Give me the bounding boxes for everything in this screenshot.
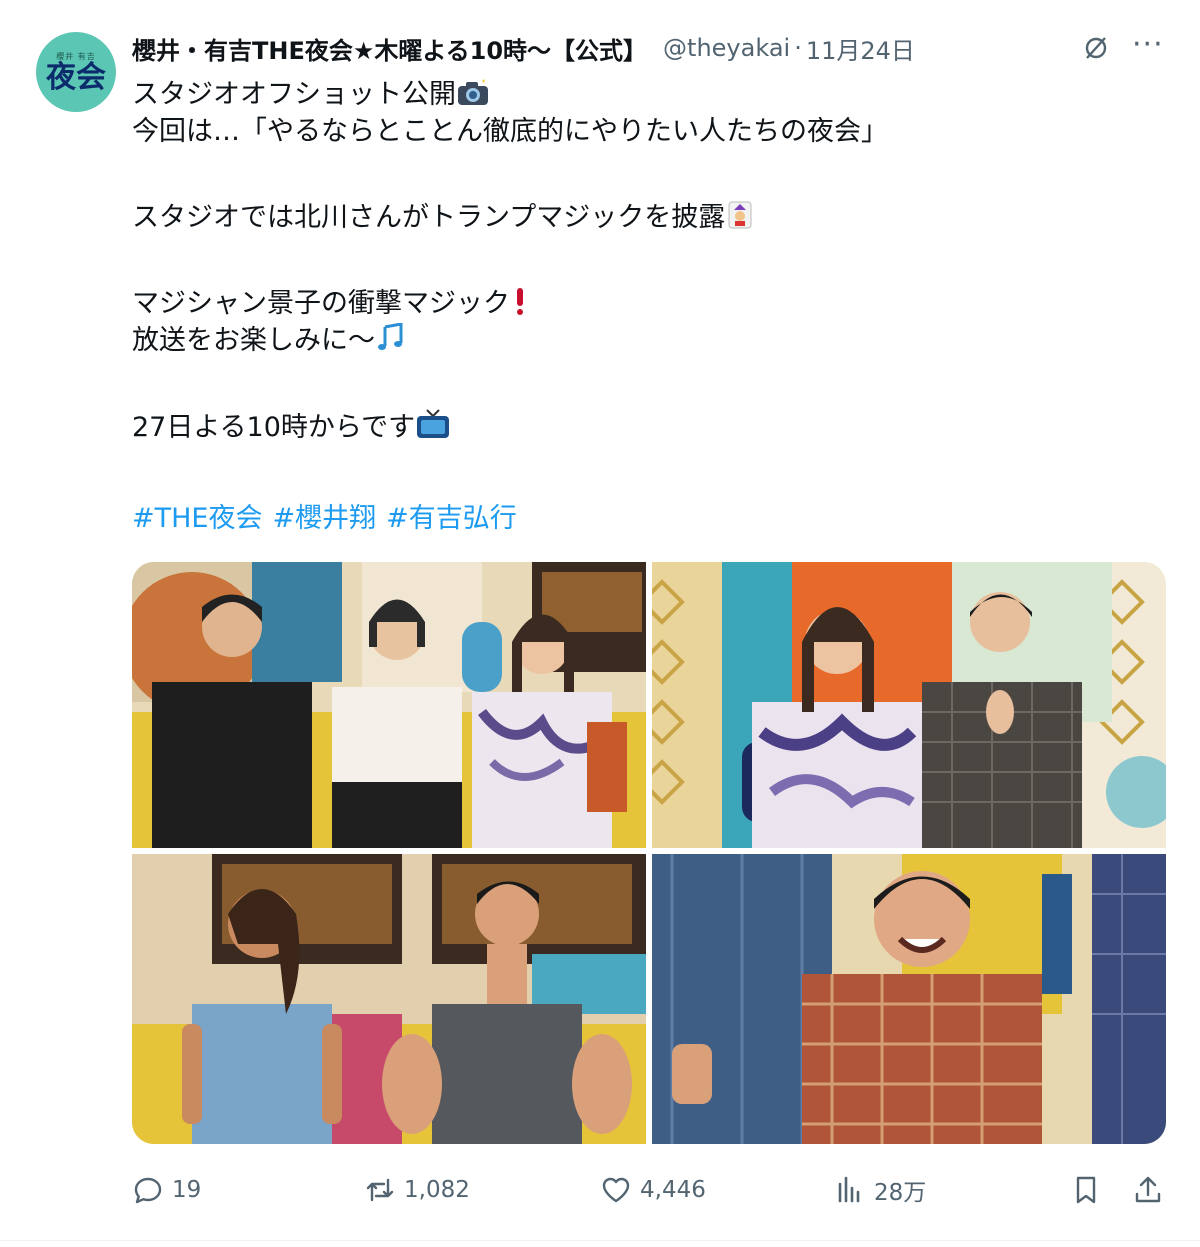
more-options-icon[interactable]: ··· xyxy=(1132,30,1166,62)
reply-count: 19 xyxy=(172,1177,202,1203)
repost-button[interactable]: 1,082 xyxy=(364,1168,470,1212)
view-count: 28万 xyxy=(874,1180,927,1206)
repost-count: 1,082 xyxy=(404,1177,470,1203)
photo-1[interactable] xyxy=(132,562,646,848)
hashtag-ariyoshi-hiroiki[interactable]: #有吉弘行 xyxy=(386,503,517,534)
post-line-6: 27日よる10時からです xyxy=(132,408,1162,445)
post-line-5-text: 放送をお楽しみに～ xyxy=(132,325,375,356)
post-line-3: スタジオでは北川さんがトランプマジックを披露 xyxy=(132,199,1162,236)
header-separator: · xyxy=(794,34,802,62)
media-grid xyxy=(132,562,1166,1144)
avatar[interactable]: 櫻井 有吉 夜会 xyxy=(36,32,116,112)
camera-flash-icon xyxy=(456,79,490,117)
photo-3[interactable] xyxy=(132,854,646,1144)
tweet-header: 櫻井・有吉THE夜会★木曜よる10時～【公式】 @theyakai · 11月2… xyxy=(132,28,1172,68)
music-notes-icon xyxy=(375,322,409,363)
hashtag-the-yakai[interactable]: #THE夜会 xyxy=(132,503,262,534)
share-button[interactable] xyxy=(1132,1168,1172,1212)
hashtag-sakurai-sho[interactable]: #櫻井翔 xyxy=(272,503,376,534)
post-line-2: 今回は…「やるならとことん徹底的にやりたい人たちの夜会」 xyxy=(132,116,888,147)
share-icon xyxy=(1135,1176,1161,1203)
hashtag-row: #THE夜会 #櫻井翔 #有吉弘行 xyxy=(132,500,1162,537)
views-button[interactable]: 28万 xyxy=(834,1168,926,1212)
grok-icon[interactable] xyxy=(1082,34,1110,62)
exclamation-icon xyxy=(510,286,530,326)
display-name[interactable]: 櫻井・有吉THE夜会★木曜よる10時～【公式】 xyxy=(132,31,647,66)
like-button[interactable]: 4,446 xyxy=(600,1168,706,1212)
joker-card-icon xyxy=(725,200,755,240)
analytics-icon xyxy=(838,1176,860,1203)
post-line-4: マジシャン景子の衝撃マジック xyxy=(132,285,1162,322)
bookmark-icon xyxy=(1076,1176,1096,1204)
user-handle[interactable]: @theyakai xyxy=(663,34,790,62)
post-date[interactable]: 11月24日 xyxy=(806,31,915,66)
post-line-1: スタジオオフショット公開 xyxy=(132,76,1162,113)
photo-2[interactable] xyxy=(652,562,1166,848)
avatar-big-text: 夜会 xyxy=(46,60,106,95)
heart-icon xyxy=(602,1177,630,1203)
post-line-3-text: スタジオでは北川さんがトランプマジックを披露 xyxy=(132,202,726,233)
like-count: 4,446 xyxy=(640,1177,706,1203)
photo-4[interactable] xyxy=(652,854,1166,1144)
post-line-1-text: スタジオオフショット公開 xyxy=(132,79,456,110)
post-line-4-text: マジシャン景子の衝撃マジック xyxy=(132,288,510,319)
repost-icon xyxy=(366,1178,394,1202)
post-line-5: 放送をお楽しみに～ xyxy=(132,322,1162,359)
action-bar: 19 1,082 4,446 28万 xyxy=(132,1168,1172,1212)
post-line-6-text: 27日よる10時からです xyxy=(132,412,416,443)
bookmark-button[interactable] xyxy=(1070,1168,1110,1212)
post-text: スタジオオフショット公開 今回は…「やるならとことん徹底的にやりたい人たちの夜会… xyxy=(132,76,1162,537)
reply-icon xyxy=(134,1177,162,1204)
divider xyxy=(0,1240,1200,1241)
television-icon xyxy=(415,408,451,450)
reply-button[interactable]: 19 xyxy=(132,1168,201,1212)
tweet: 櫻井 有吉 夜会 櫻井・有吉THE夜会★木曜よる10時～【公式】 @theyak… xyxy=(0,0,1200,1247)
